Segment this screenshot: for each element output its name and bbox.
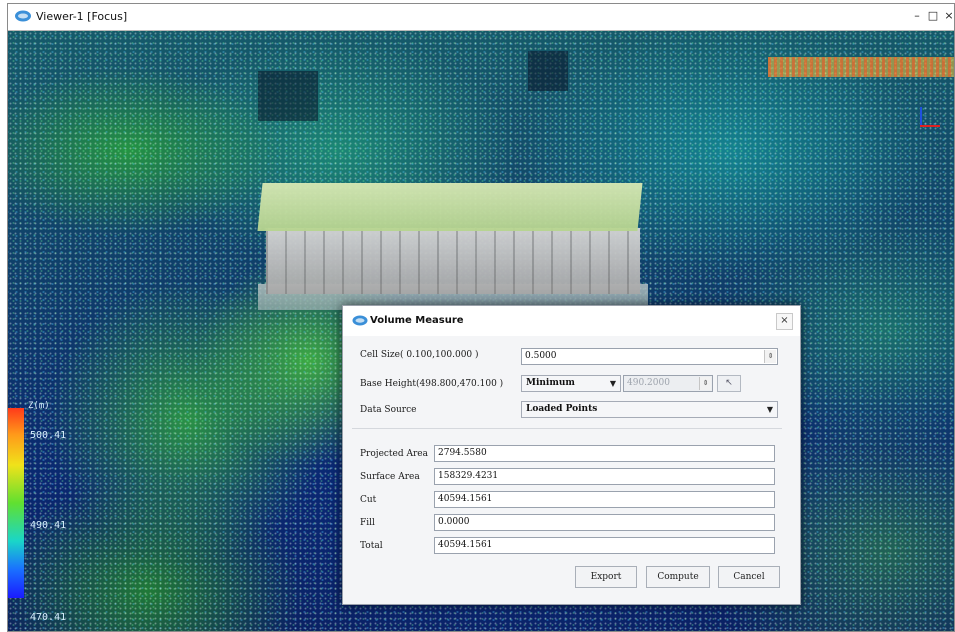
spin-arrows-icon[interactable]: ⇕ bbox=[764, 350, 776, 363]
color-scale-min: 470.41 bbox=[30, 612, 67, 623]
elevation-color-bar bbox=[8, 408, 24, 598]
total-label: Total bbox=[360, 541, 383, 551]
maximize-button[interactable]: □ bbox=[926, 9, 940, 23]
fill-value: 0.0000 bbox=[434, 514, 775, 531]
shadow-area bbox=[528, 51, 568, 91]
title-bar: Viewer-1 [Focus] – □ × bbox=[8, 4, 954, 31]
axis-indicator-y bbox=[920, 107, 922, 127]
base-height-input: 490.2000 ⇕ bbox=[623, 375, 713, 392]
cancel-button[interactable]: Cancel bbox=[718, 566, 780, 588]
cut-value: 40594.1561 bbox=[434, 491, 775, 508]
cell-size-input[interactable]: 0.5000 ⇕ bbox=[521, 348, 778, 365]
app-logo-icon bbox=[352, 315, 368, 326]
fill-label: Fill bbox=[360, 518, 375, 528]
minimize-button[interactable]: – bbox=[910, 9, 924, 23]
dropdown-arrow-icon: ▼ bbox=[766, 404, 773, 414]
roof-highlight bbox=[768, 57, 954, 77]
export-button[interactable]: Export bbox=[575, 566, 637, 588]
dialog-title: Volume Measure bbox=[370, 315, 464, 326]
pick-icon: ↖ bbox=[725, 378, 733, 388]
base-height-mode-select[interactable]: Minimum ▼ bbox=[521, 375, 621, 392]
color-scale-mid: 490.41 bbox=[30, 520, 67, 531]
color-scale-max: 500.41 bbox=[30, 430, 67, 441]
close-window-button[interactable]: × bbox=[942, 9, 954, 23]
pick-height-button[interactable]: ↖ bbox=[717, 375, 741, 392]
dropdown-arrow-icon: ▼ bbox=[609, 378, 616, 388]
axis-indicator-x bbox=[920, 125, 940, 127]
total-value: 40594.1561 bbox=[434, 537, 775, 554]
compute-button[interactable]: Compute bbox=[646, 566, 710, 588]
spin-arrows-icon: ⇕ bbox=[699, 377, 711, 390]
surface-area-label: Surface Area bbox=[360, 472, 420, 482]
app-logo-icon bbox=[15, 10, 31, 22]
cut-label: Cut bbox=[360, 495, 377, 505]
data-source-label: Data Source bbox=[360, 405, 417, 415]
shadow-area bbox=[258, 71, 318, 121]
color-scale-title: Z(m) bbox=[28, 401, 50, 411]
volume-block-top bbox=[257, 183, 643, 231]
cell-size-label: Cell Size( 0.100,100.000 ) bbox=[360, 350, 479, 360]
divider bbox=[352, 428, 782, 429]
dialog-close-button[interactable]: × bbox=[776, 313, 793, 330]
surface-area-value: 158329.4231 bbox=[434, 468, 775, 485]
projected-area-label: Projected Area bbox=[360, 449, 428, 459]
projected-area-value: 2794.5580 bbox=[434, 445, 775, 462]
data-source-select[interactable]: Loaded Points ▼ bbox=[521, 401, 778, 418]
dialog-title-bar: Volume Measure × bbox=[343, 306, 800, 336]
volume-block-side bbox=[266, 228, 640, 294]
window-title: Viewer-1 [Focus] bbox=[36, 10, 128, 23]
base-height-label: Base Height(498.800,470.100 ) bbox=[360, 379, 504, 389]
